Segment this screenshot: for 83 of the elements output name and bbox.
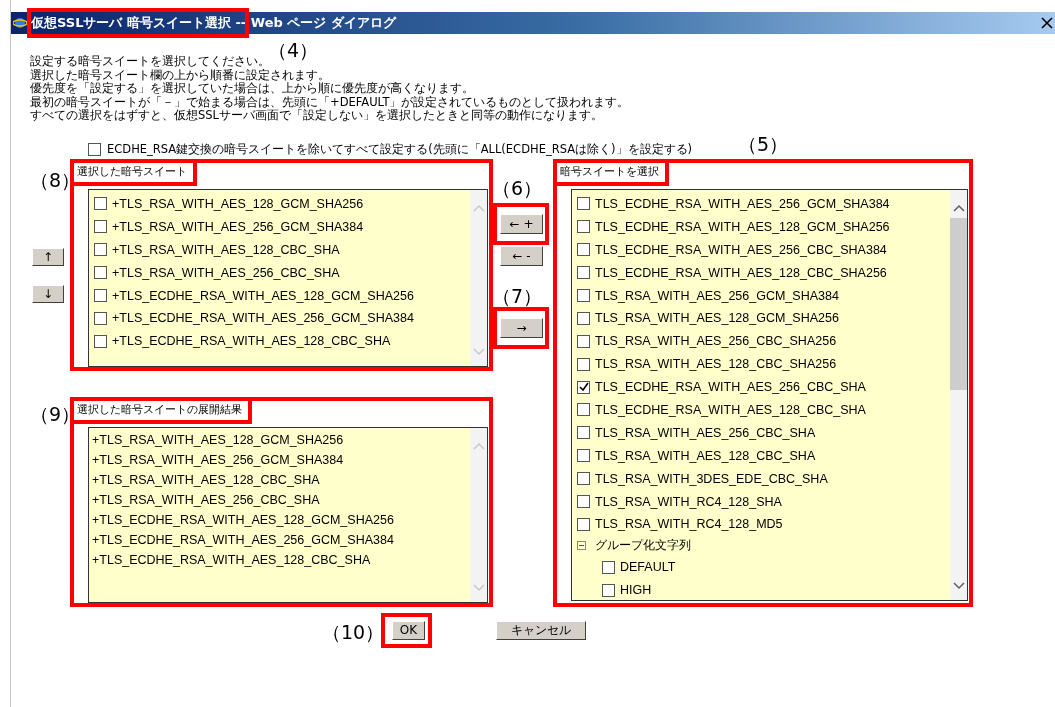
instruction-text: 最初の暗号スイートが「－」で始まる場合は、先頭に「+DEFAULT」が設定されているものとして扱われます。 (30, 95, 631, 109)
checkbox[interactable] (577, 334, 590, 348)
instruction-text: 優先度を「設定する」を選択していた場合は、上から順に優先度が高くなります。 (30, 82, 475, 95)
dialog-button[interactable]: キャンセル (496, 620, 586, 640)
checkbox[interactable] (577, 311, 590, 325)
move-button[interactable]: ↑ (32, 247, 64, 266)
suite-item[interactable]: TLS_ECDHE_RSA_WITH_AES_128_GCM_SHA256 (595, 219, 890, 234)
dialog-button[interactable]: OK (392, 620, 425, 640)
checkbox[interactable] (577, 495, 590, 508)
scroll-up-icon[interactable] (952, 203, 965, 212)
checkbox[interactable] (94, 266, 107, 280)
scroll-down-icon[interactable] (952, 581, 965, 590)
checkbox[interactable] (94, 220, 107, 234)
transfer-button[interactable]: ← - (500, 245, 543, 266)
checkbox[interactable] (577, 403, 590, 417)
suite-item[interactable]: TLS_RSA_WITH_AES_128_CBC_SHA (595, 448, 816, 463)
group-item[interactable]: DEFAULT (620, 560, 676, 575)
suite-item[interactable]: +TLS_RSA_WITH_AES_128_CBC_SHA (112, 242, 340, 257)
suite-item[interactable]: TLS_RSA_WITH_3DES_EDE_CBC_SHA (595, 471, 828, 486)
checkbox[interactable] (577, 357, 590, 371)
suite-item[interactable]: TLS_RSA_WITH_AES_128_GCM_SHA256 (595, 311, 839, 326)
callout-number: （10） (322, 620, 385, 645)
checkbox[interactable] (94, 243, 107, 257)
transfer-button[interactable]: → (500, 317, 543, 338)
group-item[interactable]: HIGH (620, 583, 652, 598)
result-line: +TLS_RSA_WITH_AES_128_CBC_SHA (92, 471, 321, 489)
result-line: +TLS_RSA_WITH_AES_128_GCM_SHA256 (92, 431, 345, 449)
checkbox[interactable] (577, 517, 590, 531)
suite-item[interactable]: TLS_RSA_WITH_RC4_128_MD5 (595, 517, 783, 532)
checkbox[interactable] (577, 380, 590, 394)
transfer-button[interactable]: ← + (500, 213, 543, 234)
suite-item[interactable]: TLS_ECDHE_RSA_WITH_AES_128_CBC_SHA (595, 402, 866, 417)
suite-item[interactable]: TLS_RSA_WITH_RC4_128_SHA (595, 494, 782, 509)
checkbox[interactable] (577, 197, 590, 211)
checkbox[interactable] (94, 311, 107, 325)
collapse-icon[interactable] (577, 541, 586, 551)
instruction-text: 設定する暗号スイートを選択してください。 (30, 55, 271, 69)
scrollbar[interactable] (950, 189, 967, 600)
close-icon[interactable] (1041, 17, 1053, 29)
suite-item[interactable]: TLS_ECDHE_RSA_WITH_AES_256_GCM_SHA384 (595, 196, 890, 211)
checkbox[interactable] (577, 220, 590, 234)
checkbox[interactable] (577, 426, 590, 440)
instruction-text: 選択した暗号スイート欄の上から順番に設定されます。 (30, 68, 331, 82)
suite-item[interactable]: TLS_ECDHE_RSA_WITH_AES_256_CBC_SHA (595, 380, 866, 395)
checkbox[interactable] (577, 289, 590, 302)
suite-item[interactable]: +TLS_ECDHE_RSA_WITH_AES_256_GCM_SHA384 (112, 311, 414, 326)
suite-item[interactable]: TLS_RSA_WITH_AES_256_CBC_SHA256 (595, 334, 837, 349)
instruction-text: すべての選択をはずすと、仮想SSLサーバ画面で「設定しない」を選択したときと同等の動作になります。 (30, 109, 604, 123)
suite-item[interactable]: +TLS_RSA_WITH_AES_256_CBC_SHA (112, 265, 340, 280)
group-label[interactable]: グループ化文字列 (595, 538, 691, 554)
suite-item[interactable]: +TLS_ECDHE_RSA_WITH_AES_128_CBC_SHA (112, 334, 391, 349)
checkbox-label: ECDHE_RSA鍵交換の暗号スイートを除いてすべて設定する(先頭に「ALL(ECDHE_RSAは除く)」を設定する) (107, 141, 692, 157)
suite-item[interactable]: TLS_RSA_WITH_AES_256_CBC_SHA (595, 425, 816, 440)
checkbox[interactable] (577, 243, 590, 257)
suite-item[interactable]: TLS_ECDHE_RSA_WITH_AES_256_CBC_SHA384 (595, 242, 887, 257)
checkbox[interactable] (88, 142, 101, 156)
result-line: +TLS_RSA_WITH_AES_256_CBC_SHA (92, 491, 321, 509)
panel-title: 暗号スイートを選択 (557, 162, 669, 186)
callout-number: （5） (738, 132, 789, 157)
suite-item[interactable]: +TLS_RSA_WITH_AES_256_GCM_SHA384 (112, 219, 364, 234)
result-line: +TLS_ECDHE_RSA_WITH_AES_256_GCM_SHA384 (92, 531, 395, 549)
checkbox[interactable] (577, 449, 590, 463)
checkbox[interactable] (94, 334, 107, 348)
window-title: 仮想SSLサーバ 暗号スイート選択 -- Web ページ ダイアログ (31, 14, 396, 32)
suite-item[interactable]: +TLS_RSA_WITH_AES_128_GCM_SHA256 (112, 196, 364, 211)
suite-item[interactable]: TLS_ECDHE_RSA_WITH_AES_128_CBC_SHA256 (595, 265, 887, 280)
browser-icon (13, 16, 27, 30)
checkbox[interactable] (602, 583, 615, 597)
checkbox[interactable] (94, 197, 107, 211)
suite-item[interactable]: TLS_RSA_WITH_AES_128_CBC_SHA256 (595, 357, 837, 372)
checkbox[interactable] (577, 472, 590, 486)
checkbox[interactable] (602, 560, 615, 574)
suite-item[interactable]: TLS_RSA_WITH_AES_256_GCM_SHA384 (595, 288, 839, 303)
result-line: +TLS_ECDHE_RSA_WITH_AES_128_GCM_SHA256 (92, 511, 395, 529)
checkbox[interactable] (94, 289, 107, 302)
result-line: +TLS_RSA_WITH_AES_256_GCM_SHA384 (92, 451, 345, 469)
result-line: +TLS_ECDHE_RSA_WITH_AES_128_CBC_SHA (92, 551, 372, 569)
callout-number: （7） (492, 284, 543, 309)
callout-number: （6） (492, 176, 543, 201)
suite-item[interactable]: +TLS_ECDHE_RSA_WITH_AES_128_GCM_SHA256 (112, 288, 414, 303)
checkbox[interactable] (577, 266, 590, 280)
move-button[interactable]: ↓ (32, 284, 64, 303)
callout-number: （4） (268, 38, 319, 63)
